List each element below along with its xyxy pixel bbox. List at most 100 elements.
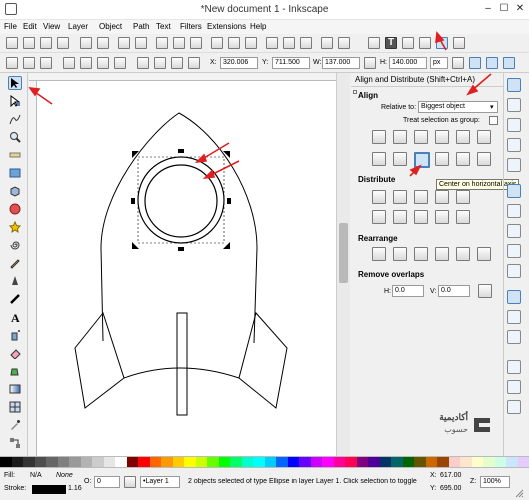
- undo-icon[interactable]: [118, 37, 130, 49]
- remove-overlaps-icon[interactable]: [478, 284, 492, 298]
- snap-nodes-icon[interactable]: [507, 184, 521, 198]
- palette-swatch[interactable]: [379, 457, 391, 467]
- color-palette[interactable]: [0, 456, 529, 468]
- palette-swatch[interactable]: [299, 457, 311, 467]
- palette-swatch[interactable]: [322, 457, 334, 467]
- flip-vertical-icon[interactable]: [114, 57, 126, 69]
- text-font-icon[interactable]: T: [385, 37, 397, 49]
- select-all-layers-icon[interactable]: [23, 57, 35, 69]
- y-field[interactable]: 711.500: [272, 57, 310, 69]
- snap-bbox-midpoints-icon[interactable]: [507, 158, 521, 172]
- zoom-selection-icon[interactable]: [211, 37, 223, 49]
- palette-swatch[interactable]: [276, 457, 288, 467]
- zoom-field[interactable]: 100%: [480, 476, 510, 488]
- snap-text-baseline-icon[interactable]: [507, 330, 521, 344]
- align-left-edges-icon[interactable]: [393, 130, 407, 144]
- align-top-edges-icon[interactable]: [393, 152, 407, 166]
- raise-icon[interactable]: [154, 57, 166, 69]
- snap-smooth-nodes-icon[interactable]: [507, 264, 521, 278]
- menu-filters[interactable]: Filters: [180, 22, 202, 31]
- lower-to-bottom-icon[interactable]: [188, 57, 200, 69]
- palette-swatch[interactable]: [391, 457, 403, 467]
- connector-tool-icon[interactable]: [8, 436, 22, 450]
- new-document-icon[interactable]: [6, 37, 18, 49]
- palette-swatch[interactable]: [230, 457, 242, 467]
- align-baseline-horizontal-icon[interactable]: [477, 130, 491, 144]
- rotate-cw-icon[interactable]: [80, 57, 92, 69]
- align-right-edges-icon[interactable]: [435, 130, 449, 144]
- menu-help[interactable]: Help: [250, 22, 266, 31]
- stroke-swatch[interactable]: [32, 485, 66, 494]
- palette-swatch[interactable]: [57, 457, 69, 467]
- palette-swatch[interactable]: [0, 457, 12, 467]
- text-tool-icon[interactable]: A: [8, 310, 22, 325]
- calligraphy-tool-icon[interactable]: [8, 292, 22, 306]
- palette-swatch[interactable]: [23, 457, 35, 467]
- spray-tool-icon[interactable]: [8, 328, 22, 342]
- snap-bbox-corners-icon[interactable]: [507, 138, 521, 152]
- palette-swatch[interactable]: [207, 457, 219, 467]
- opacity-field[interactable]: 0: [94, 476, 120, 488]
- overlap-v-field[interactable]: 0.0: [438, 285, 470, 297]
- snap-bbox-icon[interactable]: [507, 98, 521, 112]
- menu-layer[interactable]: Layer: [68, 22, 88, 31]
- palette-swatch[interactable]: [425, 457, 437, 467]
- distribute-baselines-vertical-icon[interactable]: [456, 210, 470, 224]
- scrollbar-thumb[interactable]: [339, 223, 348, 283]
- duplicate-icon[interactable]: [266, 37, 278, 49]
- palette-swatch[interactable]: [195, 457, 207, 467]
- align-bottom-edges-icon[interactable]: [435, 152, 449, 166]
- palette-swatch[interactable]: [103, 457, 115, 467]
- palette-swatch[interactable]: [241, 457, 253, 467]
- open-icon[interactable]: [23, 37, 35, 49]
- palette-swatch[interactable]: [218, 457, 230, 467]
- redo-icon[interactable]: [135, 37, 147, 49]
- palette-swatch[interactable]: [80, 457, 92, 467]
- maximize-icon[interactable]: ☐: [498, 3, 510, 15]
- palette-swatch[interactable]: [46, 457, 58, 467]
- import-icon[interactable]: [80, 37, 92, 49]
- snap-centers-icon[interactable]: [507, 290, 521, 304]
- rectangle-tool-icon[interactable]: [8, 166, 22, 180]
- ungroup-icon[interactable]: [338, 37, 350, 49]
- zoom-drawing-icon[interactable]: [228, 37, 240, 49]
- scale-corners-icon[interactable]: [469, 57, 481, 69]
- xml-editor-icon[interactable]: [402, 37, 414, 49]
- palette-swatch[interactable]: [494, 457, 506, 467]
- exchange-clockwise-icon[interactable]: [435, 247, 449, 261]
- palette-swatch[interactable]: [506, 457, 518, 467]
- print-icon[interactable]: [57, 37, 69, 49]
- menu-text[interactable]: Text: [156, 22, 171, 31]
- tweak-tool-icon[interactable]: [8, 112, 22, 126]
- palette-swatch[interactable]: [34, 457, 46, 467]
- menu-extensions[interactable]: Extensions: [207, 22, 246, 31]
- w-field[interactable]: 137.000: [322, 57, 360, 69]
- cut-icon[interactable]: [173, 37, 185, 49]
- distribute-right-edges-icon[interactable]: [414, 190, 428, 204]
- distribute-centers-horizontal-icon[interactable]: [393, 190, 407, 204]
- palette-swatch[interactable]: [402, 457, 414, 467]
- distribute-left-edges-icon[interactable]: [372, 190, 386, 204]
- snap-enable-icon[interactable]: [507, 78, 521, 92]
- drawing[interactable]: [29, 73, 336, 456]
- measure-tool-icon[interactable]: [8, 148, 22, 162]
- palette-swatch[interactable]: [92, 457, 104, 467]
- lock-ratio-icon[interactable]: [364, 57, 376, 69]
- palette-swatch[interactable]: [471, 457, 483, 467]
- pencil-tool-icon[interactable]: [8, 256, 22, 270]
- palette-swatch[interactable]: [172, 457, 184, 467]
- palette-swatch[interactable]: [149, 457, 161, 467]
- palette-swatch[interactable]: [264, 457, 276, 467]
- minimize-icon[interactable]: –: [482, 3, 494, 15]
- deselect-icon[interactable]: [40, 57, 52, 69]
- h-field[interactable]: 140.000: [389, 57, 427, 69]
- snap-paths-icon[interactable]: [507, 204, 521, 218]
- unclump-icon[interactable]: [477, 247, 491, 261]
- snap-grids-icon[interactable]: [507, 380, 521, 394]
- menu-path[interactable]: Path: [133, 22, 149, 31]
- preferences-icon[interactable]: [453, 37, 465, 49]
- align-baseline-vertical-icon[interactable]: [477, 152, 491, 166]
- treat-as-group-checkbox[interactable]: [489, 116, 498, 125]
- snap-guides-icon[interactable]: [507, 400, 521, 414]
- align-bottom-to-top-anchor-icon[interactable]: [372, 152, 386, 166]
